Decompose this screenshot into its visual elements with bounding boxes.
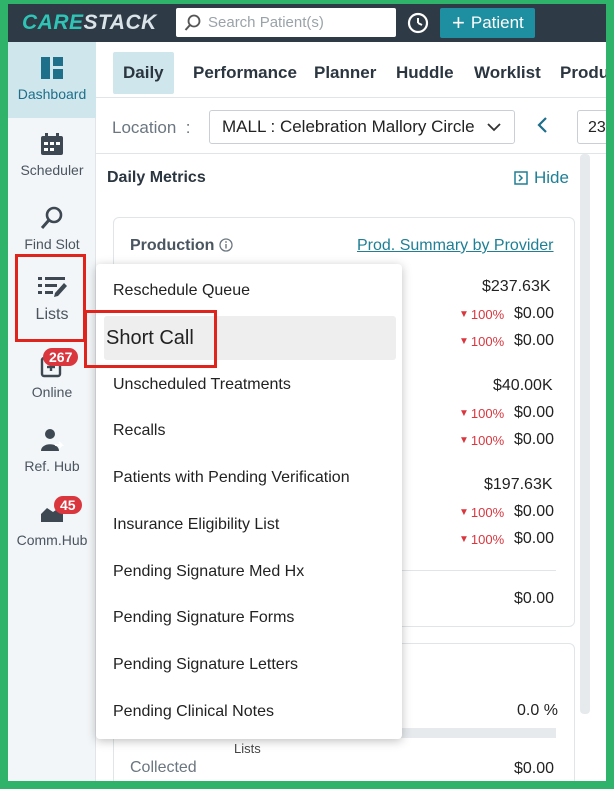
- top-bar: CARESTACK + Patient: [8, 4, 606, 42]
- menu-item-reschedule-queue[interactable]: Reschedule Queue: [96, 269, 402, 313]
- metric-change: ▼ 100%: [459, 307, 504, 322]
- left-sidebar: Dashboard Scheduler Find Slot Lists Onli…: [8, 42, 96, 781]
- metric-change: ▼ 100%: [459, 505, 504, 520]
- metric-value: $0.00: [514, 530, 555, 547]
- menu-item-pending-signature-forms[interactable]: Pending Signature Forms: [96, 596, 402, 640]
- tab-worklist[interactable]: Worklist: [464, 52, 551, 94]
- menu-item-pending-clinical-notes[interactable]: Pending Clinical Notes: [96, 690, 402, 734]
- referral-icon: [41, 429, 64, 451]
- metric-value: $0.00: [514, 431, 555, 448]
- lists-tooltip: Lists: [234, 741, 261, 756]
- location-label-text: Location: [112, 118, 177, 137]
- prod-summary-link[interactable]: Prod. Summary by Provider: [357, 237, 554, 255]
- search-input[interactable]: [208, 14, 388, 31]
- comm-count-badge: 45: [54, 496, 82, 514]
- nav-label: Find Slot: [24, 236, 80, 252]
- hide-metrics-button[interactable]: Hide: [514, 168, 569, 188]
- plus-icon: +: [452, 10, 465, 35]
- nav-item-comm-hub[interactable]: Comm.Hub 45: [8, 496, 96, 548]
- dashboard-tabs: Daily Performance Planner Huddle Worklis…: [96, 42, 606, 98]
- menu-item-pending-signature-letters[interactable]: Pending Signature Letters: [96, 643, 402, 687]
- menu-item-unscheduled-treatments[interactable]: Unscheduled Treatments: [96, 363, 402, 407]
- metric-value: $0.00: [514, 404, 555, 421]
- hide-label: Hide: [534, 168, 569, 187]
- tab-performance[interactable]: Performance: [183, 52, 307, 94]
- logo-text-right: STACK: [83, 11, 157, 34]
- highlight-lists-nav: [15, 254, 86, 342]
- chevron-left-icon[interactable]: [536, 116, 550, 134]
- app-window: CARESTACK + Patient Dashboard Scheduler …: [8, 4, 606, 781]
- nav-label: Ref. Hub: [24, 458, 80, 474]
- metric-total: $40.00K: [493, 377, 553, 394]
- metric-change-value: 100%: [470, 532, 505, 547]
- nav-item-ref-hub[interactable]: Ref. Hub: [8, 428, 96, 474]
- down-triangle-icon: ▼: [459, 336, 469, 347]
- metric-change: ▼ 100%: [459, 532, 504, 547]
- nav-label: Dashboard: [17, 86, 87, 102]
- down-triangle-icon: ▼: [459, 408, 469, 419]
- metric-value: $0.00: [514, 332, 555, 349]
- chevron-down-icon: [487, 123, 501, 132]
- add-patient-label: Patient: [470, 13, 524, 32]
- down-triangle-icon: ▼: [459, 534, 469, 545]
- down-triangle-icon: ▼: [459, 507, 469, 518]
- location-colon: :: [185, 118, 191, 137]
- metric-change-value: 100%: [470, 505, 505, 520]
- daily-metrics-title: Daily Metrics: [107, 169, 206, 186]
- menu-item-pending-signature-med-hx[interactable]: Pending Signature Med Hx: [96, 550, 402, 594]
- nav-label: Scheduler: [20, 162, 84, 178]
- collection-percent: 0.0 %: [517, 702, 558, 719]
- scrollbar[interactable]: [580, 154, 590, 714]
- metric-total: $197.63K: [484, 476, 553, 493]
- date-field[interactable]: 23: [577, 110, 606, 144]
- metric-change: ▼ 100%: [459, 406, 504, 421]
- metric-change: ▼ 100%: [459, 433, 504, 448]
- location-bar: Location : MALL : Celebration Mallory Ci…: [96, 98, 606, 154]
- info-icon[interactable]: [219, 238, 233, 252]
- collected-value: $0.00: [514, 760, 555, 777]
- collected-label: Collected: [130, 759, 197, 776]
- down-triangle-icon: ▼: [459, 435, 469, 446]
- app-logo[interactable]: CARESTACK: [22, 11, 157, 35]
- metric-value: $0.00: [514, 305, 555, 322]
- metric-change-value: 100%: [470, 307, 505, 322]
- nav-label: Online: [31, 384, 73, 400]
- tab-daily[interactable]: Daily: [113, 52, 174, 94]
- nav-item-dashboard[interactable]: Dashboard: [8, 42, 96, 118]
- panel-collapse-icon: [514, 171, 528, 185]
- tab-huddle[interactable]: Huddle: [386, 52, 464, 94]
- patient-search[interactable]: [176, 8, 396, 37]
- metric-change-value: 100%: [470, 406, 505, 421]
- daily-metrics-header: Daily Metrics Hide: [96, 154, 586, 200]
- metric-change: ▼ 100%: [459, 334, 504, 349]
- nav-item-scheduler[interactable]: Scheduler: [8, 132, 96, 178]
- metric-total: $237.63K: [482, 278, 551, 295]
- online-count-badge: 267: [43, 348, 79, 366]
- search-icon: [40, 206, 63, 229]
- location-select[interactable]: MALL : Celebration Mallory Circle: [209, 110, 515, 144]
- metric-value: $0.00: [514, 503, 555, 520]
- metric-change-value: 100%: [470, 433, 505, 448]
- menu-item-insurance-eligibility[interactable]: Insurance Eligibility List: [96, 503, 402, 547]
- add-patient-button[interactable]: + Patient: [440, 8, 535, 38]
- tab-production[interactable]: Production: [550, 52, 606, 94]
- highlight-short-call: [84, 310, 217, 368]
- down-triangle-icon: ▼: [459, 309, 469, 320]
- metric-value: $0.00: [514, 590, 555, 607]
- dashboard-icon: [41, 57, 63, 79]
- nav-item-find-slot[interactable]: Find Slot: [8, 206, 96, 252]
- calendar-icon: [41, 133, 63, 155]
- location-label: Location :: [112, 118, 190, 138]
- location-value: MALL : Celebration Mallory Circle: [222, 117, 475, 136]
- nav-item-online[interactable]: Online 267: [8, 348, 96, 400]
- metric-change-value: 100%: [470, 334, 505, 349]
- search-icon: [184, 14, 201, 31]
- menu-item-pending-verification[interactable]: Patients with Pending Verification: [96, 456, 402, 500]
- production-title: Production: [130, 237, 215, 254]
- tab-planner[interactable]: Planner: [304, 52, 386, 94]
- nav-label: Comm.Hub: [16, 532, 88, 548]
- clock-icon[interactable]: [405, 10, 431, 36]
- logo-text-left: CARE: [22, 11, 84, 34]
- menu-item-recalls[interactable]: Recalls: [96, 409, 402, 453]
